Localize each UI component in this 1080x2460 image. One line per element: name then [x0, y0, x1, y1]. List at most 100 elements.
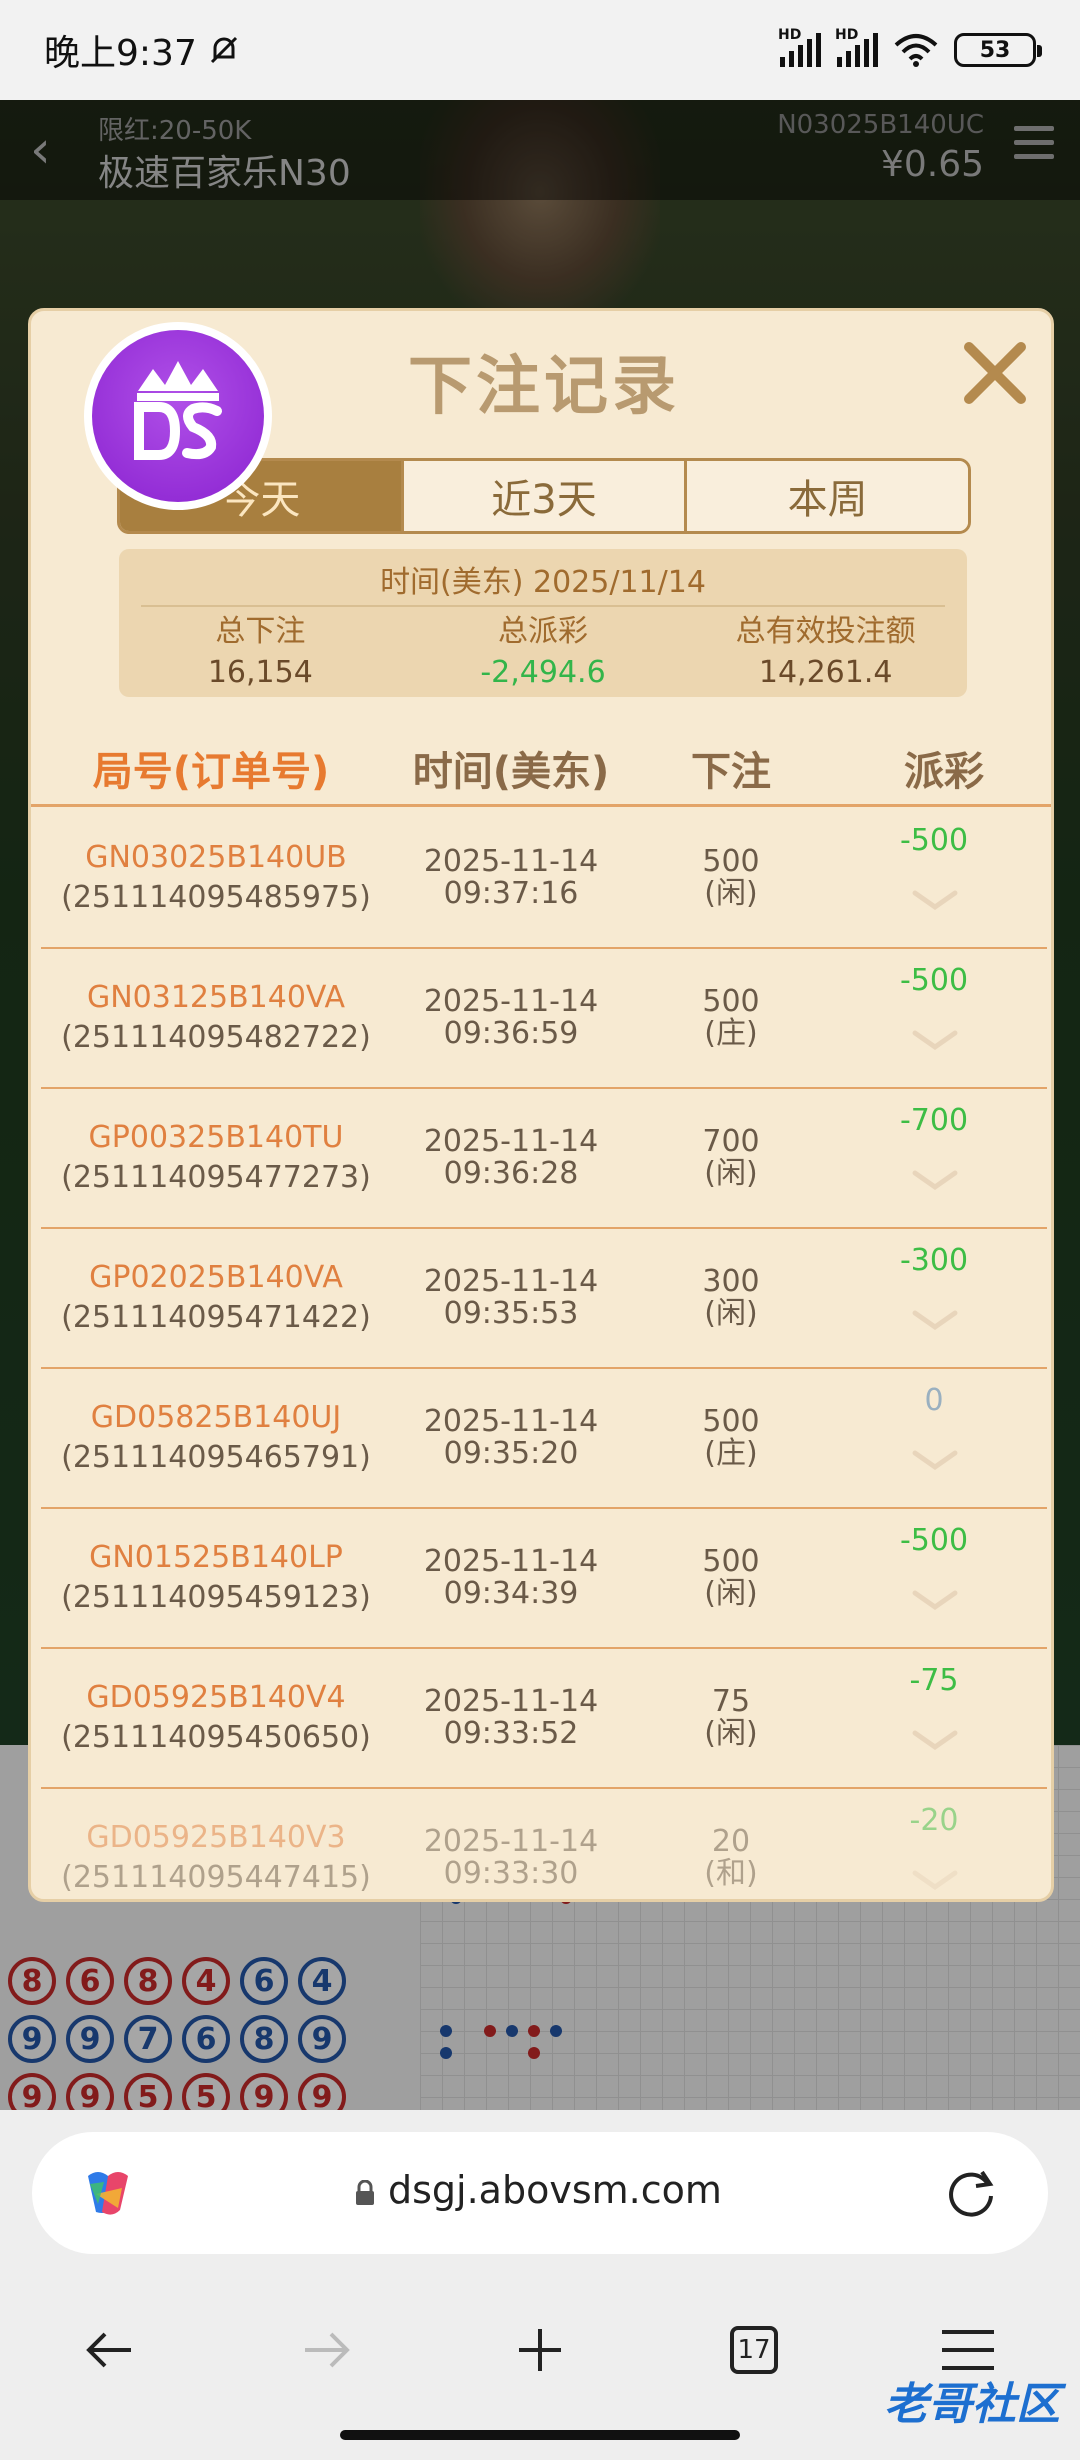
valid-bet-value: 14,261.4 — [758, 655, 893, 690]
order-number: (251114095471422) — [61, 1300, 371, 1335]
arrow-right-icon — [305, 2332, 350, 2368]
row-clock: 09:36:59 — [443, 1016, 579, 1051]
tab-count: 17 — [730, 2326, 778, 2374]
row-bet-cell: 300 (闲) — [631, 1266, 831, 1330]
row-id-cell: GN03025B140UB (251114095485975) — [41, 838, 391, 918]
row-time-cell: 2025-11-14 09:35:20 — [391, 1406, 631, 1470]
row-id-cell: GP02025B140VA (251114095471422) — [41, 1258, 391, 1338]
table-row[interactable]: GN03025B140UB (251114095485975) 2025-11-14… — [41, 809, 1047, 949]
expand-chevron-icon[interactable] — [885, 1727, 985, 1757]
copilot-icon[interactable] — [78, 2164, 138, 2224]
expand-chevron-icon[interactable] — [885, 1447, 985, 1477]
total-payout-label: 总派彩 — [498, 614, 588, 649]
ds-logo — [84, 322, 272, 510]
bet-side: (闲) — [704, 1156, 758, 1191]
bet-side: (庄) — [704, 1436, 758, 1471]
table-row[interactable]: GD05925B140V4 (251114095450650) 2025-11-14… — [41, 1649, 1047, 1789]
signal-icon: HD — [778, 27, 821, 67]
row-clock: 09:35:20 — [443, 1436, 579, 1471]
table-row[interactable]: GP02025B140VA (251114095471422) 2025-11-14… — [41, 1229, 1047, 1369]
table-row[interactable]: GP00325B140TU (251114095477273) 2025-11-14… — [41, 1089, 1047, 1229]
row-id-cell: GD05925B140V3 (251114095447415) — [41, 1818, 391, 1891]
order-number: (251114095482722) — [61, 1020, 371, 1055]
summary-divider — [141, 605, 945, 607]
expand-chevron-icon[interactable] — [885, 887, 985, 917]
total-payout-value: -2,494.6 — [480, 655, 606, 690]
row-time-cell: 2025-11-14 09:33:30 — [391, 1826, 631, 1890]
header-id: 局号(订单号) — [92, 748, 330, 795]
bet-amount: 500 — [702, 984, 760, 1019]
row-bet-cell: 700 (闲) — [631, 1126, 831, 1190]
expand-chevron-icon[interactable] — [885, 1307, 985, 1337]
url-text[interactable]: dsgj.abovsm.com — [388, 2168, 722, 2212]
expand-chevron-icon[interactable] — [885, 1027, 985, 1057]
close-button[interactable] — [955, 333, 1035, 413]
status-bar: 晚上9:37 HD HD 53 — [0, 0, 1080, 100]
row-clock: 09:33:52 — [443, 1716, 579, 1751]
row-bet-cell: 500 (庄) — [631, 986, 831, 1050]
reload-icon[interactable] — [942, 2164, 1000, 2222]
valid-bet: 总有效投注额 14,261.4 — [684, 611, 967, 693]
battery-icon: 53 — [954, 33, 1042, 67]
expand-chevron-icon[interactable] — [885, 1587, 985, 1617]
bet-amount: 300 — [702, 1264, 760, 1299]
hd-label: HD — [778, 27, 802, 43]
order-number: (251114095485975) — [61, 880, 371, 915]
lock-icon — [356, 2180, 374, 2205]
forward-button[interactable] — [286, 2310, 366, 2390]
row-id-cell: GP00325B140TU (251114095477273) — [41, 1118, 391, 1198]
payout-value: -500 — [899, 1523, 969, 1558]
new-tab-button[interactable] — [500, 2310, 580, 2390]
summary-panel: 时间(美东) 2025/11/14 总下注 16,154 总派彩 -2,494.… — [119, 549, 967, 697]
tabs-button[interactable]: 17 — [714, 2310, 794, 2390]
bet-amount: 20 — [711, 1824, 751, 1859]
bet-amount: 75 — [711, 1684, 751, 1719]
total-bet: 总下注 16,154 — [119, 611, 402, 693]
round-number: GN03025B140UB — [85, 840, 347, 875]
row-date: 2025-11-14 — [423, 1824, 599, 1859]
order-number: (251114095450650) — [61, 1720, 371, 1755]
hd-label-2: HD — [835, 27, 859, 43]
expand-chevron-icon[interactable] — [885, 1167, 985, 1197]
row-date: 2025-11-14 — [423, 1404, 599, 1439]
row-bet-cell: 75 (闲) — [631, 1686, 831, 1750]
tab-this-week-label: 本周 — [787, 477, 868, 523]
expand-chevron-icon[interactable] — [885, 1867, 985, 1891]
total-bet-label: 总下注 — [215, 614, 306, 649]
row-bet-cell: 500 (庄) — [631, 1406, 831, 1470]
row-date: 2025-11-14 — [423, 1124, 599, 1159]
bet-amount: 500 — [702, 1544, 760, 1579]
row-date: 2025-11-14 — [423, 844, 599, 879]
plus-icon — [519, 2329, 561, 2371]
table-row[interactable]: GD05925B140V3 (251114095447415) 2025-11-14… — [41, 1789, 1047, 1891]
tab-last-3-days[interactable]: 近3天 — [400, 461, 685, 531]
bet-side: (和) — [704, 1856, 758, 1891]
home-indicator[interactable] — [340, 2430, 740, 2440]
total-bet-value: 16,154 — [207, 655, 313, 690]
row-clock: 09:37:16 — [443, 876, 579, 911]
row-bet-cell: 500 (闲) — [631, 1546, 831, 1610]
tab-this-week[interactable]: 本周 — [684, 461, 968, 531]
payout-value: -700 — [899, 1103, 969, 1138]
table-row[interactable]: GN01525B140LP (251114095459123) 2025-11-14… — [41, 1509, 1047, 1649]
bet-side: (闲) — [704, 1296, 758, 1331]
row-clock: 09:36:28 — [443, 1156, 579, 1191]
row-date: 2025-11-14 — [423, 984, 599, 1019]
row-bet-cell: 500 (闲) — [631, 846, 831, 910]
bet-record-list[interactable]: GN03025B140UB (251114095485975) 2025-11-14… — [41, 809, 1047, 1891]
bet-side: (闲) — [704, 876, 758, 911]
row-time-cell: 2025-11-14 09:36:59 — [391, 986, 631, 1050]
table-row[interactable]: GN03125B140VA (251114095482722) 2025-11-14… — [41, 949, 1047, 1089]
back-button[interactable] — [70, 2310, 150, 2390]
row-time-cell: 2025-11-14 09:35:53 — [391, 1266, 631, 1330]
row-clock: 09:35:53 — [443, 1296, 579, 1331]
arrow-left-icon — [86, 2332, 131, 2368]
payout-value: -500 — [899, 963, 969, 998]
table-row[interactable]: GD05825B140UJ (251114095465791) 2025-11-14… — [41, 1369, 1047, 1509]
row-time-cell: 2025-11-14 09:37:16 — [391, 846, 631, 910]
address-bar[interactable]: dsgj.abovsm.com — [32, 2132, 1048, 2254]
total-payout: 总派彩 -2,494.6 — [402, 611, 685, 693]
round-number: GP00325B140TU — [88, 1120, 344, 1155]
payout-value: -75 — [909, 1663, 959, 1698]
table-header: 局号(订单号) 时间(美东) 下注 派彩 — [31, 731, 1051, 807]
